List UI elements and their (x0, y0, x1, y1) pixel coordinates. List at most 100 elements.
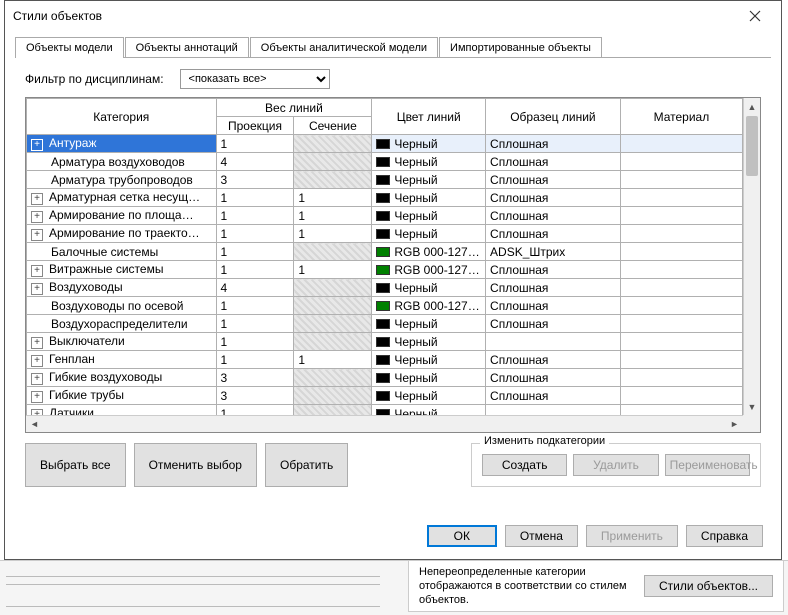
filter-select[interactable]: <показать все> (180, 69, 330, 89)
table-row[interactable]: +Витражные системы11RGB 000-127-000Сплош… (27, 261, 743, 279)
cell-category[interactable]: +Воздуховоды (27, 279, 217, 297)
cell-line-color[interactable]: Черный (372, 405, 486, 416)
cell-category[interactable]: +Витражные системы (27, 261, 217, 279)
cell-projection[interactable]: 3 (216, 387, 294, 405)
cell-section[interactable]: 1 (294, 261, 372, 279)
cell-projection[interactable]: 1 (216, 297, 294, 315)
cell-material[interactable] (620, 153, 742, 171)
create-subcategory-button[interactable]: Создать (482, 454, 567, 476)
deselect-all-button[interactable]: Отменить выбор (134, 443, 257, 487)
cell-projection[interactable]: 1 (216, 351, 294, 369)
cell-category[interactable]: +Арматурная сетка несущ… (27, 189, 217, 207)
expand-icon[interactable]: + (31, 337, 43, 349)
cell-line-pattern[interactable]: Сплошная (486, 369, 621, 387)
tab-0[interactable]: Объекты модели (15, 37, 124, 58)
cell-section[interactable]: 1 (294, 225, 372, 243)
cell-category[interactable]: Воздухораспределители (27, 315, 217, 333)
cell-line-color[interactable]: Черный (372, 225, 486, 243)
cell-line-color[interactable]: Черный (372, 153, 486, 171)
cell-section[interactable] (294, 333, 372, 351)
cell-material[interactable] (620, 243, 742, 261)
scroll-down-icon[interactable]: ▼ (744, 398, 760, 415)
cell-material[interactable] (620, 171, 742, 189)
expand-icon[interactable]: + (31, 211, 43, 223)
scroll-left-icon[interactable]: ◄ (26, 416, 43, 432)
expand-icon[interactable]: + (31, 283, 43, 295)
cell-material[interactable] (620, 333, 742, 351)
cell-section[interactable] (294, 369, 372, 387)
cell-projection[interactable]: 1 (216, 315, 294, 333)
header-category[interactable]: Категория (27, 99, 217, 135)
vertical-scrollbar[interactable]: ▲ ▼ (743, 98, 760, 415)
cell-material[interactable] (620, 189, 742, 207)
cell-line-color[interactable]: RGB 000-127-000 (372, 243, 486, 261)
ok-button[interactable]: ОК (427, 525, 497, 547)
cell-section[interactable] (294, 243, 372, 261)
expand-icon[interactable]: + (31, 229, 43, 241)
cell-material[interactable] (620, 135, 742, 153)
scroll-up-icon[interactable]: ▲ (744, 98, 760, 115)
expand-icon[interactable]: + (31, 391, 43, 403)
table-row[interactable]: +Армирование по площа…11ЧерныйСплошная (27, 207, 743, 225)
cell-line-color[interactable]: Черный (372, 279, 486, 297)
cell-line-color[interactable]: RGB 000-127-000 (372, 261, 486, 279)
cell-line-pattern[interactable]: Сплошная (486, 135, 621, 153)
cell-category[interactable]: +Генплан (27, 351, 217, 369)
cell-line-pattern[interactable]: Сплошная (486, 315, 621, 333)
cell-line-pattern[interactable]: Сплошная (486, 189, 621, 207)
cell-line-pattern[interactable]: Сплошная (486, 297, 621, 315)
cell-material[interactable] (620, 315, 742, 333)
expand-icon[interactable]: + (31, 139, 43, 151)
cell-category[interactable]: +Антураж (27, 135, 217, 153)
cell-material[interactable] (620, 297, 742, 315)
header-line-color[interactable]: Цвет линий (372, 99, 486, 135)
table-row[interactable]: +Гибкие трубы3ЧерныйСплошная (27, 387, 743, 405)
cell-section[interactable] (294, 153, 372, 171)
header-line-weight[interactable]: Вес линий (216, 99, 372, 117)
cell-category[interactable]: +Гибкие трубы (27, 387, 217, 405)
header-material[interactable]: Материал (620, 99, 742, 135)
table-row[interactable]: +Воздуховоды4ЧерныйСплошная (27, 279, 743, 297)
cell-category[interactable]: +Гибкие воздуховоды (27, 369, 217, 387)
cell-projection[interactable]: 1 (216, 207, 294, 225)
cell-line-color[interactable]: Черный (372, 333, 486, 351)
cell-material[interactable] (620, 405, 742, 416)
cell-section[interactable] (294, 387, 372, 405)
cell-section[interactable] (294, 297, 372, 315)
cell-category[interactable]: +Выключатели (27, 333, 217, 351)
tab-1[interactable]: Объекты аннотаций (125, 37, 249, 58)
table-row[interactable]: +Антураж1ЧерныйСплошная (27, 135, 743, 153)
cell-material[interactable] (620, 351, 742, 369)
cell-material[interactable] (620, 279, 742, 297)
cell-section[interactable]: 1 (294, 207, 372, 225)
object-styles-button[interactable]: Стили объектов... (644, 575, 773, 597)
cell-line-color[interactable]: Черный (372, 369, 486, 387)
cell-category[interactable]: Воздуховоды по осевой (27, 297, 217, 315)
cell-section[interactable] (294, 171, 372, 189)
table-row[interactable]: Балочные системы1RGB 000-127-000ADSK_Штр… (27, 243, 743, 261)
table-row[interactable]: Арматура воздуховодов4ЧерныйСплошная (27, 153, 743, 171)
cell-line-pattern[interactable]: Сплошная (486, 279, 621, 297)
help-button[interactable]: Справка (686, 525, 763, 547)
header-section[interactable]: Сечение (294, 117, 372, 135)
cell-line-pattern[interactable]: Сплошная (486, 261, 621, 279)
table-row[interactable]: Воздуховоды по осевой1RGB 000-127-000Спл… (27, 297, 743, 315)
cell-line-pattern[interactable]: Сплошная (486, 387, 621, 405)
cell-line-pattern[interactable]: ADSK_Штрих (486, 243, 621, 261)
cell-section[interactable] (294, 315, 372, 333)
cell-projection[interactable]: 4 (216, 153, 294, 171)
cell-line-color[interactable]: Черный (372, 207, 486, 225)
tab-3[interactable]: Импортированные объекты (439, 37, 602, 58)
cell-projection[interactable]: 1 (216, 405, 294, 416)
cell-line-pattern[interactable]: Сплошная (486, 225, 621, 243)
header-line-pattern[interactable]: Образец линий (486, 99, 621, 135)
cell-line-pattern[interactable] (486, 333, 621, 351)
cancel-button[interactable]: Отмена (505, 525, 578, 547)
close-button[interactable] (735, 3, 775, 29)
cell-projection[interactable]: 1 (216, 333, 294, 351)
cell-projection[interactable]: 1 (216, 261, 294, 279)
table-row[interactable]: +Арматурная сетка несущ…11ЧерныйСплошная (27, 189, 743, 207)
cell-projection[interactable]: 1 (216, 225, 294, 243)
table-row[interactable]: Арматура трубопроводов3ЧерныйСплошная (27, 171, 743, 189)
cell-line-color[interactable]: Черный (372, 351, 486, 369)
